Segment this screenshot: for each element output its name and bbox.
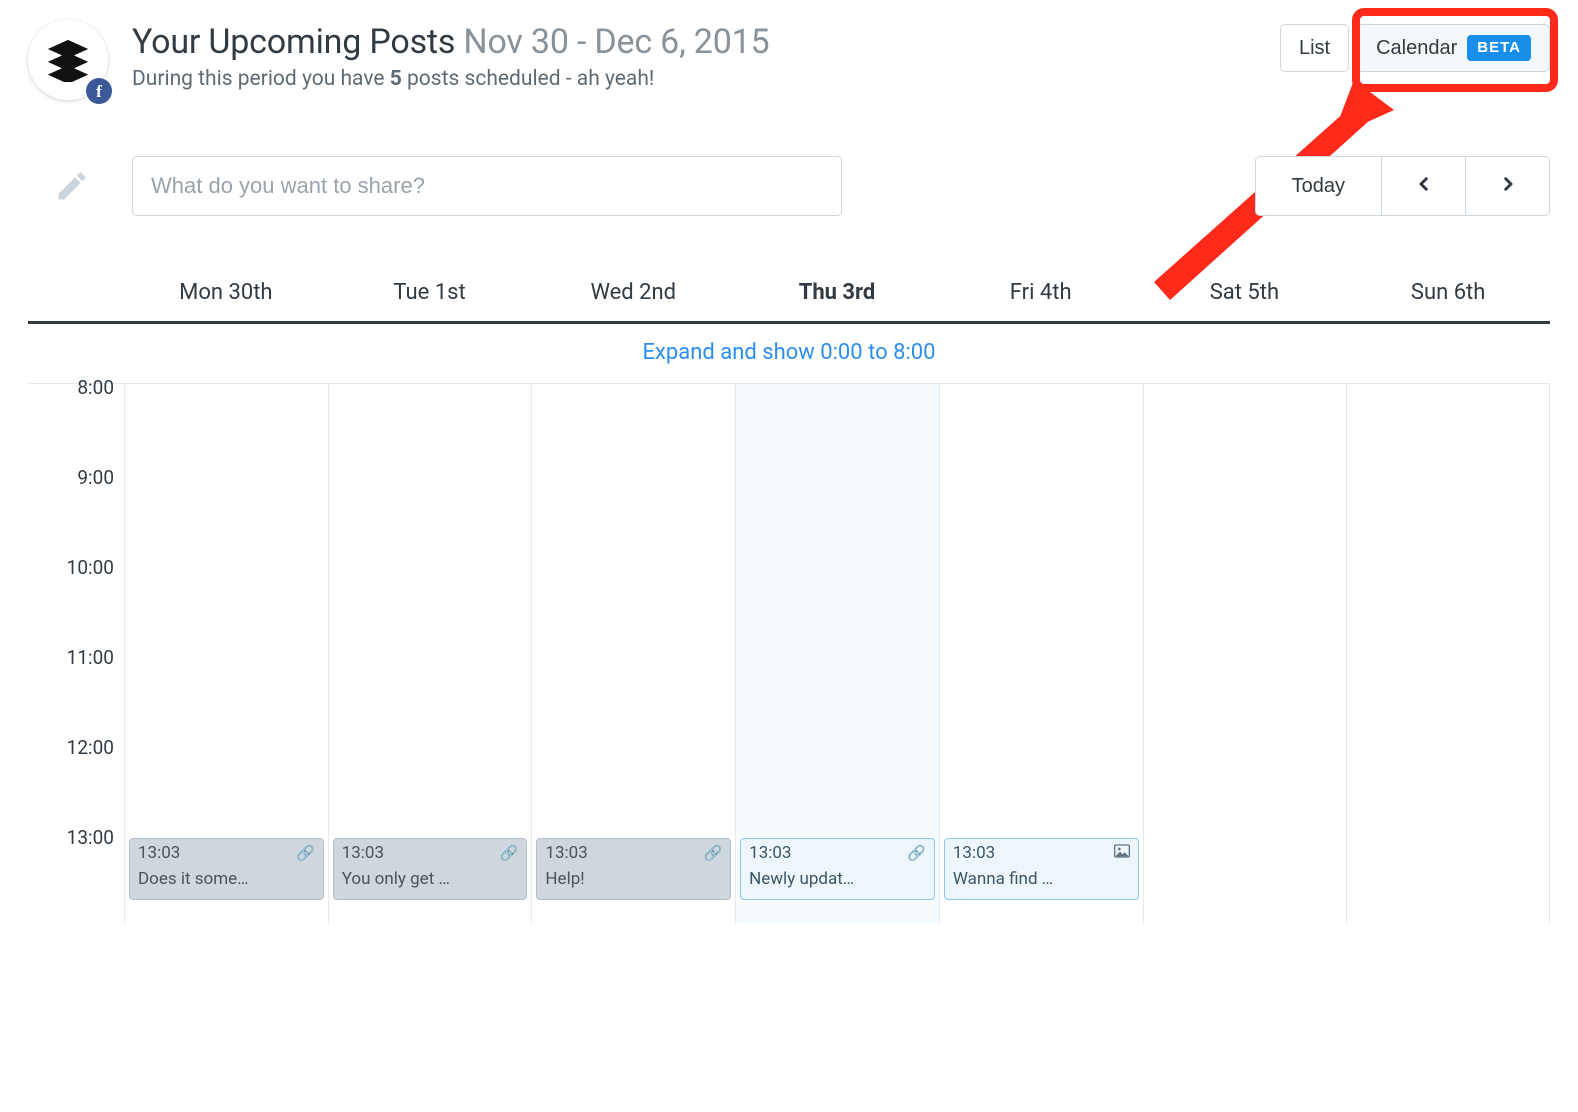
hour-label: 13:00 bbox=[28, 822, 124, 912]
expand-early-hours[interactable]: Expand and show 0:00 to 8:00 bbox=[28, 324, 1550, 383]
facebook-badge-icon: f bbox=[86, 78, 112, 104]
prev-week-button[interactable] bbox=[1382, 156, 1466, 216]
title-block: Your Upcoming Posts Nov 30 - Dec 6, 2015… bbox=[132, 20, 1264, 91]
title-date-range: Nov 30 - Dec 6, 2015 bbox=[463, 22, 769, 62]
scheduled-post[interactable]: 13:03 🔗 You only get … bbox=[333, 838, 528, 900]
event-time: 13:03 bbox=[545, 843, 587, 863]
link-icon: 🔗 bbox=[907, 844, 926, 862]
event-title: Does it some… bbox=[138, 869, 315, 889]
beta-badge: BETA bbox=[1467, 35, 1531, 61]
day-header: Mon 30th bbox=[124, 272, 328, 313]
next-week-button[interactable] bbox=[1466, 156, 1550, 216]
day-col-sun[interactable] bbox=[1346, 383, 1550, 924]
hour-label: 9:00 bbox=[28, 462, 124, 552]
image-icon bbox=[1114, 844, 1130, 862]
day-col-fri[interactable]: 13:03 Wanna find … bbox=[939, 383, 1143, 924]
title-text: Your Upcoming Posts bbox=[132, 22, 455, 62]
compose-box bbox=[132, 156, 1239, 216]
link-icon: 🔗 bbox=[296, 844, 315, 862]
header: f Your Upcoming Posts Nov 30 - Dec 6, 20… bbox=[28, 20, 1550, 108]
buffer-icon bbox=[46, 38, 90, 82]
day-col-mon[interactable]: 13:03 🔗 Does it some… bbox=[124, 383, 328, 924]
day-col-thu[interactable]: 13:03 🔗 Newly updat… bbox=[735, 383, 939, 924]
page-root: f Your Upcoming Posts Nov 30 - Dec 6, 20… bbox=[28, 20, 1550, 924]
event-title: Help! bbox=[545, 869, 722, 889]
day-col-tue[interactable]: 13:03 🔗 You only get … bbox=[328, 383, 532, 924]
tools-row: Today bbox=[28, 156, 1550, 216]
day-header: Fri 4th bbox=[939, 272, 1143, 313]
compose-input[interactable] bbox=[132, 156, 842, 216]
calendar-view-button[interactable]: Calendar BETA bbox=[1357, 24, 1550, 72]
list-view-button[interactable]: List bbox=[1280, 24, 1349, 72]
day-col-wed[interactable]: 13:03 🔗 Help! bbox=[531, 383, 735, 924]
time-gutter: 8:00 9:00 10:00 11:00 12:00 13:00 bbox=[28, 383, 124, 924]
hour-label: 11:00 bbox=[28, 642, 124, 732]
subtitle-post: posts scheduled - ah yeah! bbox=[402, 67, 655, 91]
event-time: 13:03 bbox=[749, 843, 791, 863]
chevron-right-icon bbox=[1499, 173, 1517, 199]
scheduled-post[interactable]: 13:03 Wanna find … bbox=[944, 838, 1139, 900]
compose-icon bbox=[28, 168, 116, 204]
hour-label: 10:00 bbox=[28, 552, 124, 642]
event-time: 13:03 bbox=[138, 843, 180, 863]
event-title: Newly updat… bbox=[749, 869, 926, 889]
hour-label: 12:00 bbox=[28, 732, 124, 822]
page-title: Your Upcoming Posts Nov 30 - Dec 6, 2015 bbox=[132, 22, 1264, 63]
subtitle-pre: During this period you have bbox=[132, 67, 390, 91]
calendar-view-label: Calendar bbox=[1376, 36, 1457, 60]
day-header-current: Thu 3rd bbox=[735, 272, 939, 313]
day-header: Wed 2nd bbox=[531, 272, 735, 313]
scheduled-post[interactable]: 13:03 🔗 Help! bbox=[536, 838, 731, 900]
chevron-left-icon bbox=[1415, 173, 1433, 199]
view-toggle: List Calendar BETA bbox=[1280, 20, 1550, 72]
calendar-header: Mon 30th Tue 1st Wed 2nd Thu 3rd Fri 4th… bbox=[28, 272, 1550, 324]
day-header: Tue 1st bbox=[328, 272, 532, 313]
event-title: You only get … bbox=[342, 869, 519, 889]
date-nav: Today bbox=[1255, 156, 1550, 216]
scheduled-post[interactable]: 13:03 🔗 Does it some… bbox=[129, 838, 324, 900]
scheduled-post[interactable]: 13:03 🔗 Newly updat… bbox=[740, 838, 935, 900]
event-title: Wanna find … bbox=[953, 869, 1130, 889]
calendar: Mon 30th Tue 1st Wed 2nd Thu 3rd Fri 4th… bbox=[28, 272, 1550, 924]
day-col-sat[interactable] bbox=[1143, 383, 1347, 924]
calendar-grid: 8:00 9:00 10:00 11:00 12:00 13:00 13:03 … bbox=[28, 383, 1550, 924]
today-button[interactable]: Today bbox=[1255, 156, 1382, 216]
scheduled-count: 5 bbox=[390, 67, 402, 91]
day-header: Sun 6th bbox=[1346, 272, 1550, 313]
event-time: 13:03 bbox=[953, 843, 995, 863]
subtitle: During this period you have 5 posts sche… bbox=[132, 67, 1264, 91]
event-time: 13:03 bbox=[342, 843, 384, 863]
link-icon: 🔗 bbox=[703, 844, 722, 862]
hour-label: 8:00 bbox=[28, 372, 124, 462]
day-header: Sat 5th bbox=[1143, 272, 1347, 313]
account-avatar: f bbox=[28, 20, 116, 108]
link-icon: 🔗 bbox=[500, 844, 519, 862]
